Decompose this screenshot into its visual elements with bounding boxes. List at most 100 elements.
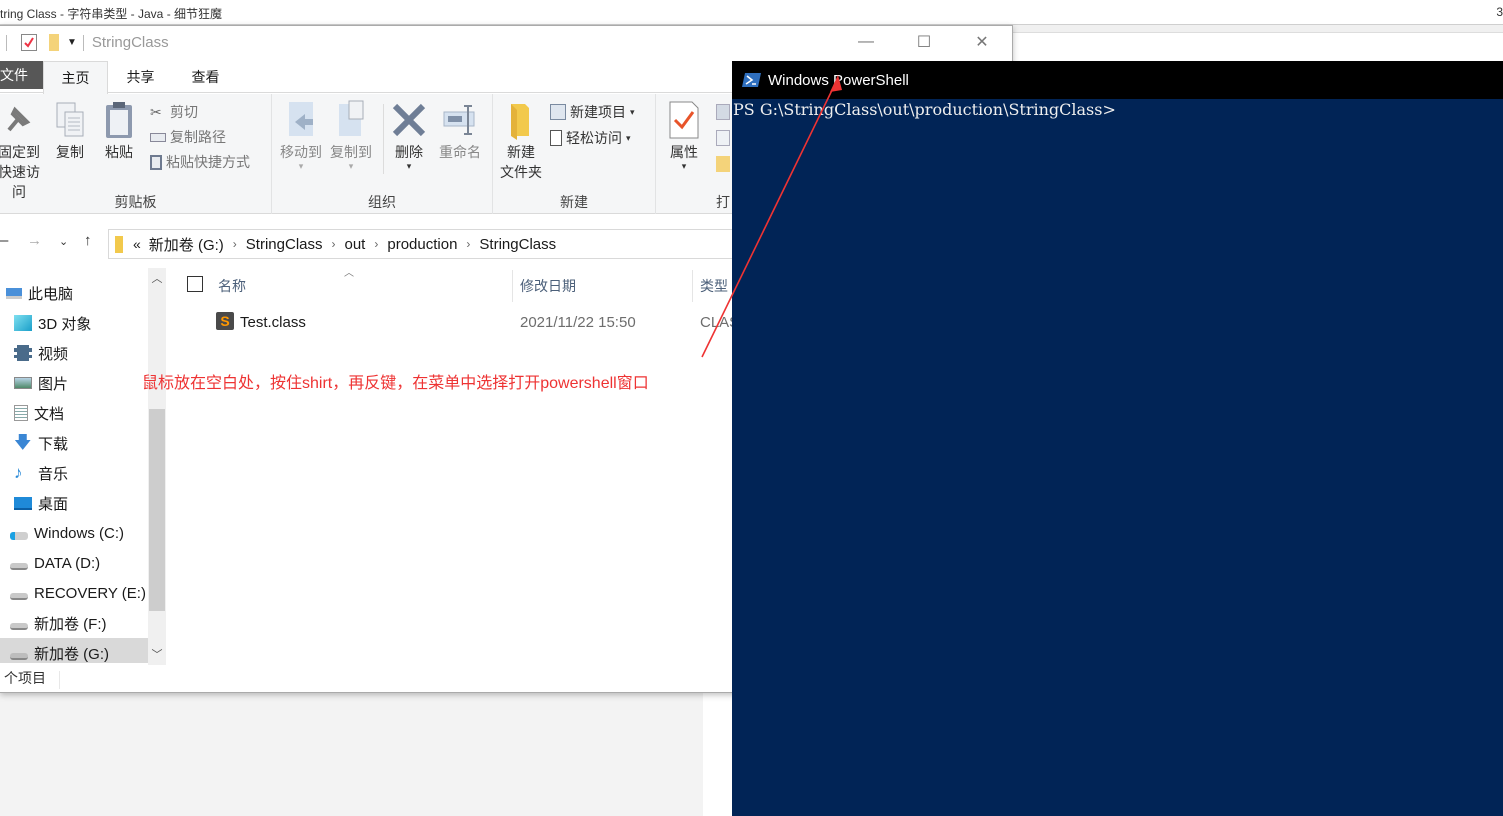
- column-header-name[interactable]: 名称: [218, 276, 246, 311]
- move-to-icon: [289, 102, 313, 136]
- pin-quick-access-button[interactable]: 固定到 快速访问: [0, 100, 42, 202]
- new-folder-quick-icon[interactable]: [49, 34, 59, 51]
- scroll-down-icon[interactable]: ﹀: [148, 646, 166, 662]
- paste-shortcut-button[interactable]: 粘贴快捷方式: [150, 152, 250, 172]
- nav-item-drive-e[interactable]: RECOVERY (E:): [0, 578, 148, 608]
- nav-item-label: 下载: [38, 435, 69, 453]
- nav-item-this-pc[interactable]: 此电脑: [0, 278, 148, 308]
- customize-quick-access-icon[interactable]: ▼: [67, 37, 77, 48]
- pin-icon: [7, 106, 31, 132]
- column-divider[interactable]: [692, 270, 693, 302]
- new-group-label: 新建: [560, 194, 588, 210]
- chevron-right-icon[interactable]: ›: [466, 237, 470, 251]
- paste-button[interactable]: 粘贴: [99, 100, 139, 162]
- navigation-pane-scrollbar[interactable]: ︿ ﹀: [148, 268, 166, 665]
- nav-item-documents[interactable]: 文档: [0, 398, 148, 428]
- drive-icon: [10, 652, 28, 660]
- chevron-down-icon: ▾: [681, 161, 687, 171]
- nav-item-3d-objects[interactable]: 3D 对象: [0, 308, 148, 338]
- column-divider[interactable]: [512, 270, 513, 302]
- address-overflow[interactable]: «: [133, 236, 141, 252]
- breadcrumb-production[interactable]: production: [387, 236, 457, 253]
- nav-item-drive-d[interactable]: DATA (D:): [0, 548, 148, 578]
- powershell-title: Windows PowerShell: [768, 71, 909, 89]
- file-name: Test.class: [240, 314, 306, 331]
- move-to-button[interactable]: 移动到 ▾: [277, 100, 325, 171]
- tab-share[interactable]: 共享: [108, 61, 173, 93]
- scrollbar-thumb[interactable]: [149, 409, 165, 611]
- copy-path-button[interactable]: 复制路径: [150, 127, 226, 147]
- nav-item-desktop[interactable]: 桌面: [0, 488, 148, 518]
- delete-button[interactable]: 删除 ▾: [388, 100, 430, 171]
- copy-path-icon: [150, 132, 166, 142]
- cut-button[interactable]: ✂ 剪切: [150, 102, 198, 122]
- powershell-title-bar[interactable]: Windows PowerShell: [732, 61, 1503, 99]
- nav-item-label: 桌面: [38, 495, 69, 513]
- properties-label: 属性: [670, 144, 698, 160]
- easy-access-icon: [550, 130, 562, 146]
- background-window-toolbar: [1013, 25, 1503, 33]
- edit-icon[interactable]: [716, 130, 730, 146]
- minimize-button[interactable]: —: [837, 26, 895, 58]
- tab-home[interactable]: 主页: [43, 61, 108, 94]
- file-modified-date: 2021/11/22 15:50: [520, 314, 636, 331]
- chevron-down-icon: ▾: [626, 132, 631, 143]
- chevron-right-icon[interactable]: ›: [233, 237, 237, 251]
- scroll-up-icon[interactable]: ︿: [148, 270, 166, 286]
- back-button[interactable]: –: [0, 232, 8, 249]
- new-folder-button[interactable]: 新建 文件夹: [497, 100, 545, 182]
- nav-item-drive-c[interactable]: Windows (C:): [0, 518, 148, 548]
- maximize-button[interactable]: ☐: [895, 26, 953, 58]
- breadcrumb-current[interactable]: StringClass: [479, 236, 556, 253]
- history-icon[interactable]: [716, 156, 730, 172]
- powershell-prompt[interactable]: PS G:\StringClass\out\production\StringC…: [732, 99, 1116, 121]
- copy-to-button[interactable]: 复制到 ▾: [327, 100, 375, 171]
- powershell-window[interactable]: Windows PowerShell PS G:\StringClass\out…: [732, 61, 1503, 816]
- tab-file[interactable]: 文件: [0, 61, 43, 89]
- forward-button[interactable]: →: [27, 232, 42, 249]
- nav-item-videos[interactable]: 视频: [0, 338, 148, 368]
- column-header-modified[interactable]: 修改日期: [520, 276, 576, 311]
- select-all-checkbox[interactable]: [187, 276, 203, 292]
- column-header-type[interactable]: 类型: [700, 276, 728, 311]
- file-row[interactable]: S Test.class 2021/11/22 15:50 CLAS: [214, 307, 739, 337]
- breadcrumb-drive[interactable]: 新加卷 (G:): [149, 234, 224, 255]
- scissors-icon: ✂: [150, 104, 162, 120]
- close-button[interactable]: ✕: [953, 26, 1011, 58]
- nav-item-label: Windows (C:): [34, 524, 125, 542]
- nav-item-pictures[interactable]: 图片: [0, 368, 148, 398]
- cut-label: 剪切: [170, 104, 198, 120]
- nav-item-label: 图片: [38, 375, 69, 393]
- status-divider: [59, 671, 60, 689]
- tab-view[interactable]: 查看: [173, 61, 238, 93]
- powershell-icon: [742, 73, 761, 87]
- nav-item-music[interactable]: ♪ 音乐: [0, 458, 148, 488]
- nav-item-drive-f[interactable]: 新加卷 (F:): [0, 608, 148, 638]
- nav-item-downloads[interactable]: 🡇 下载: [0, 428, 148, 458]
- up-button[interactable]: ↑: [84, 232, 92, 249]
- address-bar[interactable]: « 新加卷 (G:) › StringClass › out › product…: [108, 229, 748, 259]
- nav-item-drive-g[interactable]: 新加卷 (G:): [0, 638, 148, 663]
- breadcrumb-out[interactable]: out: [345, 236, 366, 253]
- new-folder-label-line2: 文件夹: [500, 164, 542, 180]
- easy-access-button[interactable]: 轻松访问 ▾: [550, 128, 631, 148]
- chevron-right-icon[interactable]: ›: [374, 237, 378, 251]
- chevron-right-icon[interactable]: ›: [332, 237, 336, 251]
- folder-icon: [511, 104, 529, 140]
- paste-icon: [106, 102, 132, 138]
- organize-group-label: 组织: [368, 194, 396, 210]
- clipboard-group-label: 剪贴板: [114, 194, 157, 210]
- breadcrumb-project[interactable]: StringClass: [246, 236, 323, 253]
- toolbar-divider: [82, 34, 84, 51]
- open-icon[interactable]: [716, 104, 730, 120]
- rename-button[interactable]: 重命名: [435, 100, 485, 162]
- copy-button[interactable]: 复制: [50, 100, 90, 162]
- chevron-down-icon: ▾: [298, 161, 304, 171]
- new-folder-label-line1: 新建: [507, 144, 535, 160]
- properties-button[interactable]: 属性 ▾: [664, 100, 704, 171]
- download-icon: 🡇: [14, 433, 32, 452]
- properties-quick-icon[interactable]: [21, 34, 37, 51]
- new-item-button[interactable]: 新建项目 ▾: [550, 102, 635, 122]
- copy-label: 复制: [56, 144, 84, 160]
- recent-locations-button[interactable]: ⌄: [59, 235, 68, 248]
